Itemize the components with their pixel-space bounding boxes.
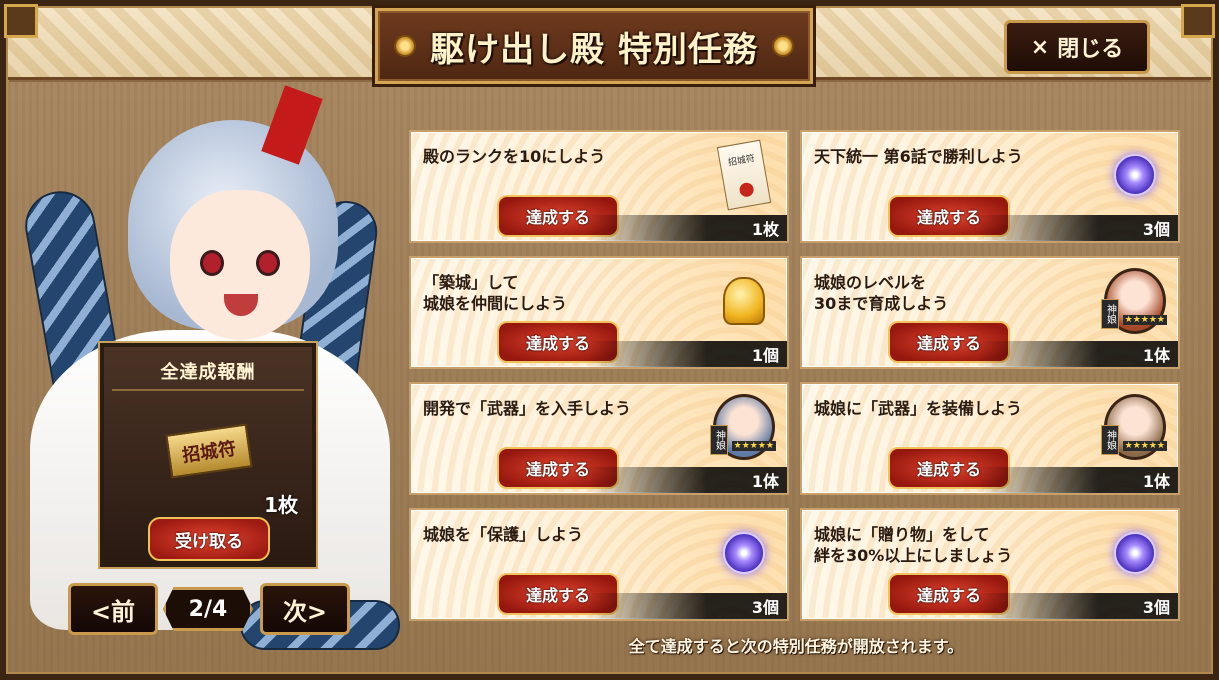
- portrait-stars: ★★★★★: [1122, 441, 1167, 451]
- reward-count: 3個: [978, 215, 1178, 241]
- character-portrait-icon: 神娘 ★★★★★: [1101, 268, 1167, 334]
- reward-count: 1体: [587, 467, 787, 493]
- character-portrait-icon: 神娘 ★★★★★: [1101, 394, 1167, 460]
- reward-count: 3個: [978, 593, 1178, 619]
- character-portrait-icon: 神娘 ★★★★★: [710, 394, 776, 460]
- close-button[interactable]: × 閉じる: [1004, 20, 1150, 74]
- crest-icon: [394, 35, 417, 57]
- mission-text: 城娘を「保護」しよう: [423, 525, 584, 544]
- next-page-button[interactable]: 次>: [260, 583, 350, 635]
- close-icon: ×: [1030, 34, 1050, 60]
- orb-icon: [1104, 144, 1166, 206]
- mission-card: 「築城」して 城娘を仲間にしよう 達成する 1個: [409, 256, 789, 369]
- portrait-tag: 神娘: [1101, 425, 1119, 455]
- reward-count: 1体: [978, 467, 1178, 493]
- mission-text: 城娘のレベルを 30まで育成しよう: [814, 273, 949, 313]
- corner-ornament: [1181, 4, 1215, 38]
- mission-card: 城娘のレベルを 30まで育成しよう 神娘 ★★★★★ 達成する 1体: [800, 256, 1180, 369]
- reward-header: 全達成報酬: [112, 353, 304, 391]
- orb-icon: [713, 522, 775, 584]
- mission-text: 開発で「武器」を入手しよう: [423, 399, 632, 418]
- character-face: [170, 190, 310, 340]
- reward-count: 1枚: [587, 215, 787, 241]
- mission-text: 城娘に「武器」を装備しよう: [814, 399, 1023, 418]
- page-title: 駆け出し殿 特別任務: [430, 29, 758, 70]
- mission-text: 「築城」して 城娘を仲間にしよう: [423, 273, 568, 313]
- footer-note: 全て達成すると次の特別任務が開放されます。: [628, 637, 964, 656]
- hair-ribbon: [261, 85, 323, 165]
- mission-text: 天下統一 第6話で勝利しよう: [814, 147, 1023, 166]
- completion-reward-panel: 全達成報酬 招城符 1枚 受け取る: [100, 343, 316, 567]
- mission-card: 城娘を「保護」しよう 達成する 3個: [409, 508, 789, 621]
- mission-text: 城娘に「贈り物」をして 絆を30%以上にしましょう: [814, 525, 1013, 565]
- crest-icon: [771, 35, 794, 57]
- mission-card: 城娘に「武器」を装備しよう 神娘 ★★★★★ 達成する 1体: [800, 382, 1180, 495]
- orb-icon: [1104, 522, 1166, 584]
- mission-text: 殿のランクを10にしよう: [423, 147, 606, 166]
- title-plate: 駆け出し殿 特別任務: [375, 8, 813, 84]
- portrait-tag: 神娘: [1101, 299, 1119, 329]
- portrait-stars: ★★★★★: [731, 441, 776, 451]
- corner-ornament: [4, 4, 38, 38]
- mission-card: 城娘に「贈り物」をして 絆を30%以上にしましょう 達成する 3個: [800, 508, 1180, 621]
- reward-item-icon: 招城符: [165, 423, 253, 479]
- bell-icon: [713, 270, 775, 332]
- portrait-stars: ★★★★★: [1122, 315, 1167, 325]
- mission-card: 殿のランクを10にしよう 招城符 達成する 1枚: [409, 130, 789, 243]
- ticket-label: 招城符: [727, 153, 756, 169]
- eye: [256, 250, 280, 276]
- ticket-icon: 招城符: [713, 139, 775, 211]
- mission-card: 開発で「武器」を入手しよう 神娘 ★★★★★ 達成する 1体: [409, 382, 789, 495]
- reward-count: 1個: [587, 341, 787, 367]
- portrait-tag: 神娘: [710, 425, 728, 455]
- close-label: 閉じる: [1057, 37, 1124, 62]
- eye: [200, 250, 224, 276]
- receive-button[interactable]: 受け取る: [148, 517, 270, 561]
- reward-count: 1枚: [264, 493, 298, 517]
- reward-count: 3個: [587, 593, 787, 619]
- page-indicator: 2/4: [163, 587, 253, 631]
- mouth: [224, 294, 258, 316]
- reward-count: 1体: [978, 341, 1178, 367]
- mission-card: 天下統一 第6話で勝利しよう 達成する 3個: [800, 130, 1180, 243]
- prev-page-button[interactable]: <前: [68, 583, 158, 635]
